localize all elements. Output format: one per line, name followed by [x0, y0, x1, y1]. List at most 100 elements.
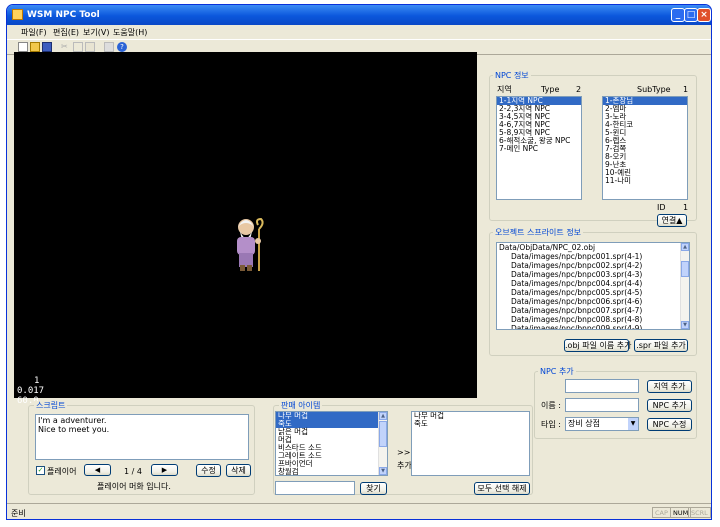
- new-file-icon[interactable]: [18, 42, 28, 52]
- list-item[interactable]: Data/images/npc/bnpc007.spr(4-7): [497, 306, 689, 315]
- script-line-1: I'm a adventurer.: [38, 416, 107, 425]
- add-npc-button[interactable]: NPC 추가: [647, 399, 692, 412]
- list-item[interactable]: 11-나미: [603, 177, 687, 185]
- script-title: 스크립트: [34, 401, 68, 410]
- menu-bar: 파일(F) 편집(E) 보기(V) 도움말(H): [7, 25, 711, 39]
- added-items-listbox[interactable]: 나무 머겁 죽도: [411, 411, 530, 476]
- list-item[interactable]: 낡은 머겁: [276, 428, 387, 436]
- sale-items-listbox[interactable]: 나무 머겁 죽도 낡은 머겁 머겁 비스타드 소드 그레이트 소드 프바이언더 창월검 ▲ ▼: [275, 411, 388, 476]
- type-header: Type: [541, 85, 560, 94]
- script-status: 플레이어 머화 입니다.: [97, 482, 171, 491]
- list-item[interactable]: Data/images/npc/bnpc006.spr(4-6): [497, 297, 689, 306]
- subtype-count: 1: [683, 85, 689, 94]
- close-button[interactable]: ×: [697, 8, 711, 22]
- list-item[interactable]: 나무 머겁: [276, 412, 387, 420]
- npc-add-title: NPC 추가: [538, 367, 576, 376]
- add-region-button[interactable]: 지역 추가: [647, 380, 692, 393]
- add-obj-filename-button[interactable]: .obj 파일 이름 추가: [564, 339, 632, 352]
- scroll-thumb[interactable]: [681, 261, 689, 277]
- subtype-header: SubType: [637, 85, 671, 94]
- type-select[interactable]: 장비 상점 ▼: [565, 417, 639, 431]
- list-item[interactable]: Data/images/npc/bnpc003.spr(4-3): [497, 270, 689, 279]
- region-header: 지역: [497, 85, 512, 94]
- npc-name-input[interactable]: [565, 398, 639, 412]
- status-text: 준비: [11, 509, 26, 518]
- cut-icon[interactable]: ✂: [61, 42, 71, 52]
- scroll-down-icon[interactable]: ▼: [379, 467, 387, 475]
- id-label: ID: [657, 203, 666, 212]
- copy-icon[interactable]: [73, 42, 83, 52]
- item-search-input[interactable]: [275, 481, 355, 495]
- menu-help[interactable]: 도움말(H): [113, 27, 147, 38]
- edit-npc-button[interactable]: NPC 수정: [647, 418, 692, 431]
- window-title: WSM NPC Tool: [27, 10, 100, 20]
- menu-view[interactable]: 보기(V): [83, 27, 109, 38]
- help-icon[interactable]: ?: [117, 42, 127, 52]
- npc-info-title: NPC 정보: [493, 71, 531, 80]
- open-folder-icon[interactable]: [30, 42, 40, 52]
- list-item[interactable]: 7-메인 NPC: [497, 145, 581, 153]
- render-viewport[interactable]: 1 0.017 60.0: [14, 52, 477, 406]
- fps-frame-counter: 1: [34, 376, 40, 386]
- player-checkbox[interactable]: ✓: [36, 466, 45, 475]
- list-item[interactable]: 창월검: [276, 468, 387, 476]
- menu-file[interactable]: 파일(F): [21, 27, 47, 38]
- list-item[interactable]: Data/images/npc/bnpc005.spr(4-5): [497, 288, 689, 297]
- id-value: 1: [683, 203, 689, 212]
- subtype-listbox[interactable]: 1-촌장님 2-엠마 3-노라 4-한티코 5-윈디 6-렙스 7-검쪽 8-오키 9-난초 10…: [602, 96, 688, 200]
- list-item[interactable]: 나무 머겁: [412, 412, 529, 420]
- app-icon: [12, 9, 23, 20]
- add-item-label[interactable]: 추가: [397, 461, 412, 470]
- list-item[interactable]: Data/images/npc/bnpc009.spr(4-9): [497, 324, 689, 329]
- fps-frame-time: 0.017: [17, 386, 45, 396]
- script-delete-button[interactable]: 삭제: [226, 464, 251, 477]
- scroll-down-icon[interactable]: ▼: [681, 321, 689, 329]
- type-label: 타입 :: [541, 420, 561, 429]
- print-icon[interactable]: [104, 42, 114, 52]
- list-item[interactable]: Data/images/npc/bnpc004.spr(4-4): [497, 279, 689, 288]
- list-item[interactable]: Data/images/npc/bnpc008.spr(4-8): [497, 315, 689, 324]
- sale-items-group: 판매 아이템 나무 머겁 죽도 낡은 머겁 머겁 비스타드 소드 그레이트 소드 프바이언더…: [273, 401, 533, 495]
- maximize-button[interactable]: □: [684, 8, 698, 22]
- menu-edit[interactable]: 편집(E): [53, 27, 79, 38]
- list-item[interactable]: Data/ObjData/NPC_02.obj: [497, 243, 689, 252]
- chevron-down-icon[interactable]: ▼: [628, 418, 638, 430]
- region-name-input[interactable]: [565, 379, 639, 393]
- sale-items-title: 판매 아이템: [279, 401, 323, 410]
- scroll-thumb[interactable]: [379, 421, 387, 447]
- npc-sprite-image: [237, 217, 264, 271]
- item-search-button[interactable]: 찾기: [360, 482, 387, 495]
- list-item[interactable]: Data/images/npc/bnpc001.spr(4-1): [497, 252, 689, 261]
- list-item[interactable]: Data/images/npc/bnpc002.spr(4-2): [497, 261, 689, 270]
- paste-icon[interactable]: [85, 42, 95, 52]
- add-spr-file-button[interactable]: .spr 파일 추가: [634, 339, 688, 352]
- player-label: 플레이어: [47, 467, 77, 476]
- npc-add-group: NPC 추가 지역 추가 이름 : NPC 추가 타입 : 장비 상점 ▼ NP…: [534, 367, 697, 439]
- script-edit-button[interactable]: 수정: [196, 464, 221, 477]
- sale-items-scrollbar[interactable]: ▲ ▼: [378, 412, 387, 475]
- sprite-scrollbar[interactable]: ▲ ▼: [680, 243, 689, 329]
- link-button[interactable]: 연결▲: [657, 214, 687, 227]
- save-icon[interactable]: [42, 42, 52, 52]
- list-item[interactable]: 죽도: [412, 420, 529, 428]
- npc-info-group: NPC 정보 지역 Type 2 SubType 1 1-1지역 NPC 2-2,…: [489, 71, 697, 221]
- script-group: 스크립트 I'm a adventurer. Nice to meet you.…: [28, 401, 255, 495]
- prev-page-button[interactable]: ◀: [84, 464, 111, 476]
- page-indicator: 1 / 4: [124, 467, 142, 476]
- script-textarea[interactable]: I'm a adventurer. Nice to meet you.: [35, 414, 249, 460]
- sprite-listbox[interactable]: Data/ObjData/NPC_02.obj Data/images/npc/b…: [496, 242, 690, 330]
- scroll-up-icon[interactable]: ▲: [379, 412, 387, 420]
- type-select-value: 장비 상점: [568, 419, 600, 428]
- status-bar: 준비 CAP NUM SCRL: [7, 503, 711, 519]
- next-page-button[interactable]: ▶: [151, 464, 178, 476]
- script-line-2: Nice to meet you.: [38, 425, 110, 434]
- name-label: 이름 :: [541, 401, 561, 410]
- cap-indicator: CAP: [652, 507, 671, 518]
- title-bar: WSM NPC Tool _ □ ×: [7, 5, 711, 25]
- type-count: 2: [576, 85, 582, 94]
- scroll-up-icon[interactable]: ▲: [681, 243, 689, 251]
- region-listbox[interactable]: 1-1지역 NPC 2-2,3지역 NPC 3-4,5지역 NPC 4-6,7지역 N…: [496, 96, 582, 200]
- scrl-indicator: SCRL: [688, 507, 711, 518]
- clear-selection-button[interactable]: 모두 선택 해제: [474, 482, 530, 495]
- minimize-button[interactable]: _: [671, 8, 685, 22]
